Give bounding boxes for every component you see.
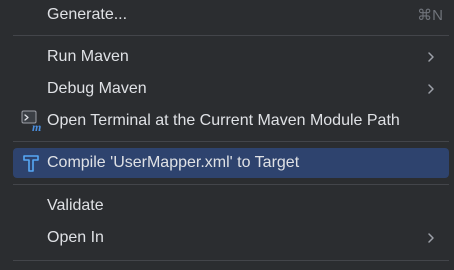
menu-item-compile[interactable]: Compile 'UserMapper.xml' to Target xyxy=(13,148,449,178)
menu-item-label: Open In xyxy=(47,229,104,246)
menu-item-label: Debug Maven xyxy=(47,80,147,97)
menu-item-label: Generate... xyxy=(47,6,128,23)
menu-item-open-in[interactable]: Open In xyxy=(13,223,449,253)
separator xyxy=(13,141,449,142)
menu-item-label: Open Terminal at the Current Maven Modul… xyxy=(47,112,400,129)
compile-hammer-icon xyxy=(23,155,39,172)
menu-item-run-maven[interactable]: Run Maven xyxy=(13,42,449,72)
menu-item-generate[interactable]: Generate... ⌘N xyxy=(13,0,449,30)
menu-item-open-terminal[interactable]: m Open Terminal at the Current Maven Mod… xyxy=(13,106,449,136)
menu-item-label: Run Maven xyxy=(47,48,129,65)
svg-text:m: m xyxy=(32,120,41,132)
separator xyxy=(13,260,449,261)
chevron-right-icon xyxy=(428,233,434,243)
maven-terminal-icon: m xyxy=(21,110,41,132)
menu-item-label: Compile 'UserMapper.xml' to Target xyxy=(47,154,300,171)
chevron-right-icon xyxy=(428,52,434,62)
menu-item-validate[interactable]: Validate xyxy=(13,191,449,221)
shortcut-label: ⌘N xyxy=(417,7,443,24)
chevron-right-icon xyxy=(428,84,434,94)
menu-item-label: Validate xyxy=(47,197,104,214)
separator xyxy=(13,35,449,36)
context-menu: Generate... ⌘N Run Maven Debug Maven m O… xyxy=(0,0,454,270)
separator xyxy=(13,184,449,185)
menu-item-debug-maven[interactable]: Debug Maven xyxy=(13,74,449,104)
